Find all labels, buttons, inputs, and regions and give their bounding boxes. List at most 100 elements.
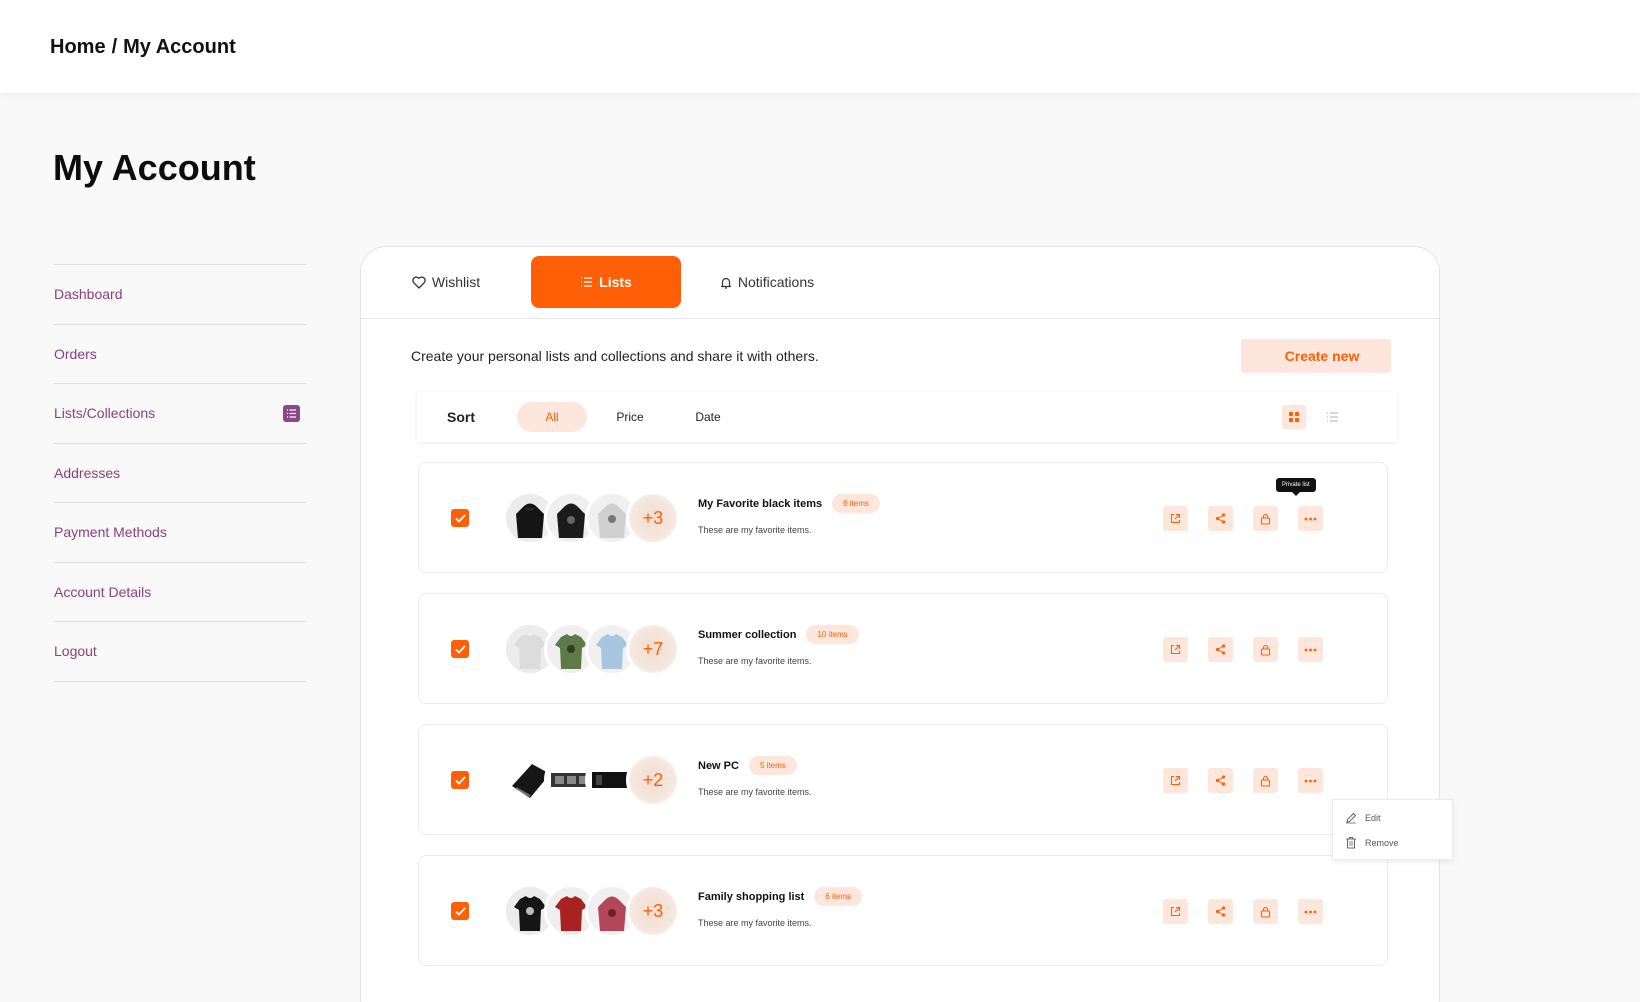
tab-label: Notifications (737, 274, 815, 290)
ellipsis-icon (1304, 648, 1317, 651)
heart-icon (412, 275, 426, 289)
item-count-badge: 5 items (748, 756, 797, 775)
create-new-button[interactable]: plus Create new (1241, 339, 1391, 373)
external-link-icon (1170, 644, 1181, 655)
lists-panel: Wishlist Lists Notifications Create your… (360, 246, 1440, 1002)
item-count-badge: 6 items (832, 494, 880, 513)
lock-icon (1260, 775, 1271, 787)
list-title: New PC 5 items (698, 756, 797, 775)
breadcrumb-current: My Account (123, 36, 236, 58)
list-checkbox[interactable] (451, 902, 469, 920)
product-thumbnails: +2 (503, 753, 683, 807)
breadcrumb: Home / My Account (50, 36, 236, 59)
list-name[interactable]: Summer collection (698, 629, 796, 641)
private-list-button[interactable] (1253, 899, 1278, 924)
private-list-button[interactable] (1253, 637, 1278, 662)
sidebar-item-label: Dashboard (54, 286, 123, 303)
sidebar-item-label: Lists/Collections (54, 405, 156, 422)
lock-icon (1260, 644, 1271, 656)
list-description: These are my favorite items. (698, 787, 812, 797)
grid-view-button[interactable] (1282, 405, 1306, 429)
sidebar-item-orders[interactable]: Orders (54, 325, 306, 384)
menu-item-label: Edit (1365, 812, 1381, 823)
list-description: These are my favorite items. (698, 918, 812, 928)
menu-item-remove[interactable]: Remove (1333, 830, 1452, 855)
list-name[interactable]: My Favorite black items (698, 498, 822, 510)
open-list-button[interactable] (1163, 768, 1188, 793)
sort-option-all[interactable]: All (517, 402, 587, 432)
menu-item-label: Remove (1365, 837, 1399, 848)
product-thumbnails: +3 (503, 491, 683, 545)
more-items-count: +7 (626, 622, 680, 676)
item-count-badge: 10 items (806, 625, 859, 644)
tab-notifications[interactable]: Notifications (697, 256, 837, 308)
list-title: Summer collection 10 items (698, 625, 859, 644)
ellipsis-icon (1304, 910, 1317, 913)
bell-icon (720, 277, 731, 289)
private-list-button[interactable] (1253, 768, 1278, 793)
share-list-button[interactable] (1208, 637, 1233, 662)
more-options-button[interactable] (1298, 506, 1323, 531)
sidebar-item-logout[interactable]: Logout (54, 622, 306, 682)
menu-item-edit[interactable]: Edit (1333, 805, 1452, 830)
sidebar-item-payment-methods[interactable]: Payment Methods (54, 503, 306, 563)
top-bar: Home / My Account (0, 0, 1640, 93)
sidebar-item-label: Orders (54, 345, 97, 362)
product-thumbnails: +3 (503, 884, 683, 938)
sort-option-date[interactable]: Date (673, 402, 743, 432)
sidebar-item-lists-collections[interactable]: Lists/Collections (54, 384, 306, 444)
list-options-menu: Edit Remove (1332, 799, 1453, 860)
list-description: These are my favorite items. (698, 525, 812, 535)
external-link-icon (1170, 775, 1181, 786)
list-checkbox[interactable] (451, 640, 469, 658)
sidebar-item-label: Payment Methods (54, 524, 167, 541)
sidebar-item-dashboard[interactable]: Dashboard (54, 265, 306, 325)
sort-label: Sort (447, 409, 475, 425)
list-icon (283, 404, 300, 422)
open-list-button[interactable] (1163, 637, 1188, 662)
more-items-count: +3 (626, 491, 680, 545)
sort-option-price[interactable]: Price (595, 402, 665, 432)
list-name[interactable]: New PC (698, 760, 739, 772)
more-options-button[interactable] (1298, 768, 1323, 793)
tab-label: Lists (599, 274, 632, 290)
tab-wishlist[interactable]: Wishlist (391, 256, 501, 308)
breadcrumb-home-link[interactable]: Home (50, 36, 106, 59)
lock-icon (1260, 906, 1271, 918)
private-list-tooltip: Private list (1276, 478, 1316, 496)
item-count-badge: 6 items (814, 887, 863, 906)
lists-intro-text: Create your personal lists and collectio… (411, 348, 819, 364)
open-list-button[interactable] (1163, 899, 1188, 924)
breadcrumb-separator: / (111, 36, 118, 58)
share-list-button[interactable] (1208, 768, 1233, 793)
ellipsis-icon (1304, 517, 1317, 520)
list-icon (581, 277, 593, 287)
sidebar-item-addresses[interactable]: Addresses (54, 444, 306, 503)
sort-bar: Sort All Price Date (417, 392, 1397, 442)
lock-icon (1260, 513, 1271, 525)
external-link-icon (1170, 906, 1181, 917)
tab-label: Wishlist (431, 274, 481, 290)
sidebar-item-account-details[interactable]: Account Details (54, 563, 306, 622)
list-title: My Favorite black items 6 items (698, 494, 880, 513)
private-list-button[interactable] (1253, 506, 1278, 531)
pencil-icon (1346, 812, 1357, 823)
more-options-button[interactable] (1298, 899, 1323, 924)
more-options-button[interactable] (1298, 637, 1323, 662)
list-card: +3 My Favorite black items 6 items These… (418, 462, 1388, 573)
sidebar-item-label: Account Details (54, 583, 152, 600)
tab-bar: Wishlist Lists Notifications (361, 247, 1439, 319)
list-checkbox[interactable] (451, 509, 469, 527)
list-name[interactable]: Family shopping list (698, 891, 804, 903)
list-view-button[interactable] (1320, 405, 1344, 429)
share-list-button[interactable] (1208, 899, 1233, 924)
list-title: Family shopping list 6 items (698, 887, 863, 906)
share-list-button[interactable] (1208, 506, 1233, 531)
share-icon (1215, 906, 1226, 917)
share-icon (1215, 775, 1226, 786)
create-new-label: Create new (1284, 348, 1360, 364)
open-list-button[interactable] (1163, 506, 1188, 531)
tab-lists[interactable]: Lists (531, 256, 681, 308)
list-checkbox[interactable] (451, 771, 469, 789)
trash-icon (1346, 837, 1356, 849)
